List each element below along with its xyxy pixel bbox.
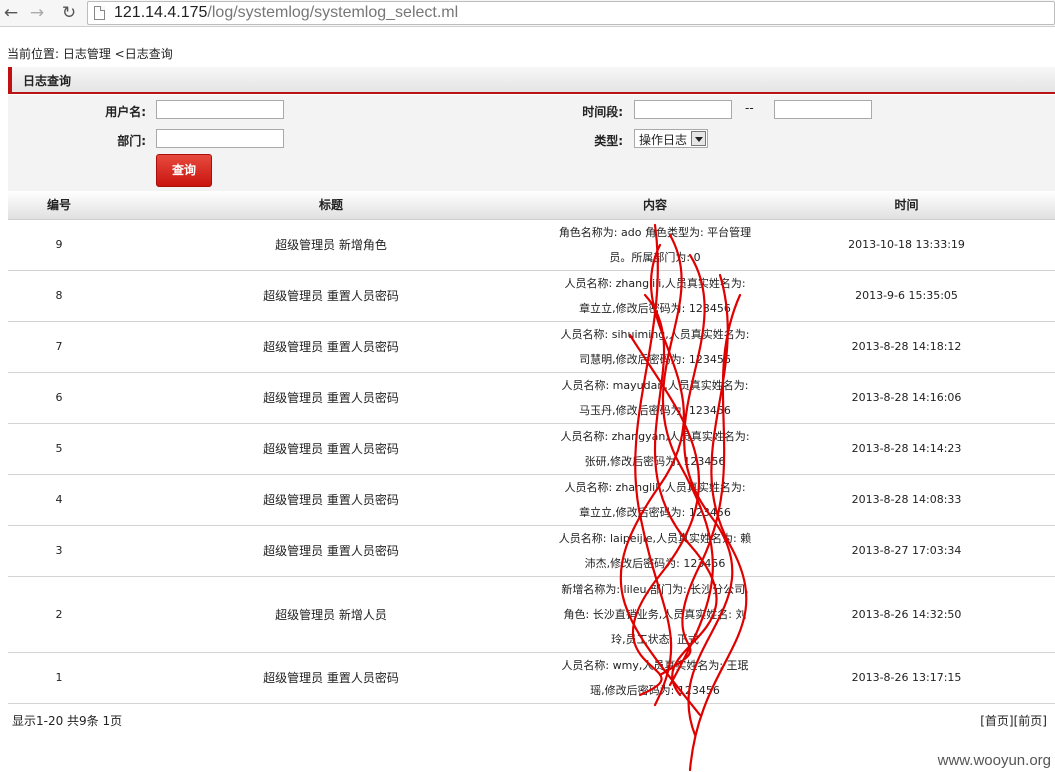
panel-header: 日志查询	[8, 67, 1055, 94]
time-range-label: 时间段:	[582, 105, 623, 119]
header-content: 内容	[552, 191, 758, 220]
cell-title: 超级管理员 重置人员密码	[110, 474, 552, 526]
cell-content: 人员名称: sihuiming,人员真实姓名为: 司慧明,修改后密码为: 123…	[552, 321, 758, 373]
header-time: 时间	[758, 191, 1055, 220]
time-from-input[interactable]	[634, 100, 732, 119]
table-row: 5 超级管理员 重置人员密码 人员名称: zhangyan,人员真实姓名为: 张…	[8, 423, 1055, 475]
time-to-input[interactable]	[774, 100, 872, 119]
back-arrow-icon[interactable]: ←	[0, 2, 22, 24]
page-icon	[94, 6, 105, 20]
table-header-row: 编号 标题 内容 时间	[8, 191, 1055, 220]
cell-content: 人员名称: wmy,人员真实姓名为: 王珉瑶,修改后密码为: 123456	[552, 652, 758, 704]
browser-toolbar: ← → ↻ 121.14.4.175/log/systemlog/systeml…	[0, 0, 1055, 27]
cell-time: 2013-8-28 14:16:06	[758, 372, 1055, 424]
cell-title: 超级管理员 重置人员密码	[110, 652, 552, 704]
first-page-link[interactable]: [首页]	[980, 714, 1013, 728]
type-select[interactable]: 操作日志	[634, 129, 708, 148]
table-row: 3 超级管理员 重置人员密码 人员名称: laipeijie,人员真实姓名为: …	[8, 525, 1055, 577]
cell-id: 2	[8, 576, 110, 653]
cell-id: 4	[8, 474, 110, 526]
table-row: 7 超级管理员 重置人员密码 人员名称: sihuiming,人员真实姓名为: …	[8, 321, 1055, 373]
cell-content: 人员名称: laipeijie,人员真实姓名为: 赖沛杰,修改后密码为: 123…	[552, 525, 758, 577]
url-host: 121.14.4.175	[114, 4, 208, 21]
cell-content: 人员名称: zhanglili,人员真实姓名为: 章立立,修改后密码为: 123…	[552, 474, 758, 526]
type-select-value: 操作日志	[639, 133, 688, 147]
table-row: 1 超级管理员 重置人员密码 人员名称: wmy,人员真实姓名为: 王珉瑶,修改…	[8, 652, 1055, 704]
cell-title: 超级管理员 重置人员密码	[110, 423, 552, 475]
cell-time: 2013-8-28 14:14:23	[758, 423, 1055, 475]
pagination-summary: 显示1-20 共9条 1页	[12, 714, 123, 728]
cell-id: 7	[8, 321, 110, 373]
address-bar[interactable]: 121.14.4.175/log/systemlog/systemlog_sel…	[87, 1, 1055, 25]
query-button[interactable]: 查询	[156, 154, 212, 187]
pagination-links: [首页][前页]	[980, 712, 1047, 729]
cell-id: 9	[8, 219, 110, 271]
table-row: 8 超级管理员 重置人员密码 人员名称: zhanglili,人员真实姓名为: …	[8, 270, 1055, 322]
url-text[interactable]: 121.14.4.175/log/systemlog/systemlog_sel…	[114, 4, 458, 22]
cell-time: 2013-8-28 14:18:12	[758, 321, 1055, 373]
cell-title: 超级管理员 重置人员密码	[110, 372, 552, 424]
forward-arrow-icon[interactable]: →	[26, 2, 48, 24]
cell-time: 2013-9-6 15:35:05	[758, 270, 1055, 322]
cell-id: 6	[8, 372, 110, 424]
prev-page-link[interactable]: [前页]	[1014, 714, 1047, 728]
search-form: 用户名: 部门: 时间段: -- 类型: 操作日志 查询	[8, 95, 1055, 191]
cell-content: 人员名称: zhangyan,人员真实姓名为: 张研,修改后密码为: 12345…	[552, 423, 758, 475]
log-table: 编号 标题 内容 时间 9 超级管理员 新增角色 角色名称为: ado 角色类型…	[8, 191, 1055, 704]
reload-icon[interactable]: ↻	[58, 2, 80, 24]
cell-title: 超级管理员 重置人员密码	[110, 270, 552, 322]
header-id: 编号	[8, 191, 110, 220]
table-row: 6 超级管理员 重置人员密码 人员名称: mayudan,人员真实姓名为: 马玉…	[8, 372, 1055, 424]
cell-id: 1	[8, 652, 110, 704]
cell-content: 新增名称为: lileu,部门为: 长沙分公司,角色: 长沙直销业务,人员真实姓…	[552, 576, 758, 653]
department-input[interactable]	[156, 129, 284, 148]
panel-title: 日志查询	[23, 74, 72, 88]
cell-time: 2013-8-26 14:32:50	[758, 576, 1055, 653]
cell-id: 8	[8, 270, 110, 322]
cell-id: 3	[8, 525, 110, 577]
table-row: 4 超级管理员 重置人员密码 人员名称: zhanglili,人员真实姓名为: …	[8, 474, 1055, 526]
cell-time: 2013-8-26 13:17:15	[758, 652, 1055, 704]
chevron-down-icon[interactable]	[691, 131, 706, 146]
cell-id: 5	[8, 423, 110, 475]
url-path: /log/systemlog/systemlog_select.ml	[207, 4, 459, 21]
table-row: 9 超级管理员 新增角色 角色名称为: ado 角色类型为: 平台管理员。所属部…	[8, 219, 1055, 271]
table-row: 2 超级管理员 新增人员 新增名称为: lileu,部门为: 长沙分公司,角色:…	[8, 576, 1055, 653]
time-separator: --	[745, 101, 754, 115]
breadcrumb: 当前位置: 日志管理 <日志查询	[7, 47, 173, 61]
cell-title: 超级管理员 新增人员	[110, 576, 552, 653]
cell-content: 人员名称: mayudan,人员真实姓名为: 马玉丹,修改后密码为: 12345…	[552, 372, 758, 424]
cell-title: 超级管理员 重置人员密码	[110, 525, 552, 577]
cell-title: 超级管理员 重置人员密码	[110, 321, 552, 373]
type-label: 类型:	[594, 134, 623, 148]
cell-content: 角色名称为: ado 角色类型为: 平台管理员。所属部门为: 0	[552, 219, 758, 271]
watermark: www.wooyun.org	[937, 752, 1051, 769]
cell-title: 超级管理员 新增角色	[110, 219, 552, 271]
username-label: 用户名:	[105, 105, 146, 119]
cell-time: 2013-10-18 13:33:19	[758, 219, 1055, 271]
header-title: 标题	[110, 191, 552, 220]
username-input[interactable]	[156, 100, 284, 119]
cell-time: 2013-8-27 17:03:34	[758, 525, 1055, 577]
cell-content: 人员名称: zhanglili,人员真实姓名为: 章立立,修改后密码为: 123…	[552, 270, 758, 322]
cell-time: 2013-8-28 14:08:33	[758, 474, 1055, 526]
department-label: 部门:	[117, 134, 146, 148]
